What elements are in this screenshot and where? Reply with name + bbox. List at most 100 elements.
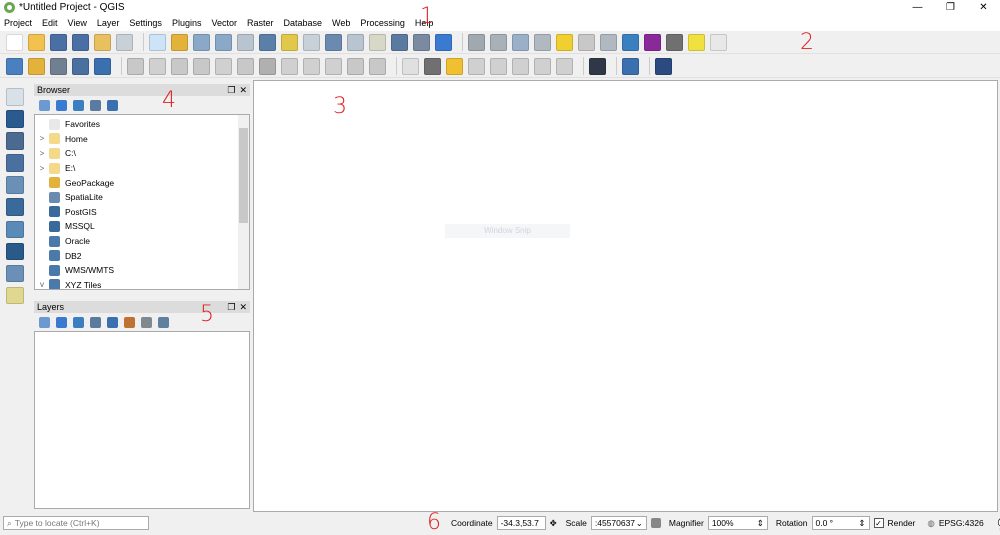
crs-button[interactable]: EPSG:4326 xyxy=(939,518,984,528)
collapse-all-icon[interactable] xyxy=(141,316,152,328)
browser-item[interactable]: Oracle xyxy=(35,234,249,249)
browser-scrollbar[interactable] xyxy=(238,115,249,289)
map-tips-icon[interactable] xyxy=(688,33,705,51)
help-icon[interactable] xyxy=(655,57,672,75)
menu-web[interactable]: Web xyxy=(332,18,350,28)
label-toolbar-icon[interactable] xyxy=(402,57,419,75)
expand-arrow-icon[interactable]: > xyxy=(35,164,49,173)
browser-item[interactable]: Favorites xyxy=(35,117,249,132)
add-group-icon[interactable] xyxy=(56,316,67,328)
refresh-icon[interactable] xyxy=(435,33,452,51)
browser-item[interactable]: WMS/WMTS xyxy=(35,263,249,278)
cut-features-icon[interactable] xyxy=(281,57,298,75)
magnifier-spinbox[interactable]: 100% ⇕ xyxy=(707,516,768,530)
browser-item[interactable]: > Home xyxy=(35,132,249,147)
float-panel-button[interactable]: ❐ xyxy=(227,302,235,313)
menu-vector[interactable]: Vector xyxy=(211,18,237,28)
copy-features-icon[interactable] xyxy=(303,57,320,75)
modify-attributes-icon[interactable] xyxy=(237,57,254,75)
expand-arrow-icon[interactable]: v xyxy=(35,280,49,289)
zoom-last-icon[interactable] xyxy=(325,33,342,51)
visibility-icon[interactable] xyxy=(73,316,84,328)
browser-item[interactable]: v XYZ Tiles xyxy=(35,278,249,289)
filter-legend-icon[interactable] xyxy=(90,316,101,328)
rotate-label-icon[interactable] xyxy=(534,57,551,75)
zoom-native-icon[interactable] xyxy=(237,33,254,51)
close-panel-button[interactable]: ✕ xyxy=(239,302,247,313)
zoom-in-icon[interactable] xyxy=(193,33,210,51)
save-as-icon[interactable] xyxy=(72,33,89,51)
add-feature-icon[interactable] xyxy=(193,57,210,75)
filter-expression-icon[interactable] xyxy=(107,316,118,328)
minimize-button[interactable]: — xyxy=(901,0,934,15)
info-icon[interactable] xyxy=(107,99,118,111)
zoom-out-icon[interactable] xyxy=(215,33,232,51)
browser-item[interactable]: PostGIS xyxy=(35,205,249,220)
menu-database[interactable]: Database xyxy=(284,18,323,28)
refresh-icon[interactable] xyxy=(56,99,67,111)
toggle-editing-icon[interactable] xyxy=(149,57,166,75)
add-selected-layers-icon[interactable] xyxy=(39,99,50,111)
new-bookmark-icon[interactable] xyxy=(391,33,408,51)
browser-item[interactable]: MSSQL xyxy=(35,219,249,234)
statistics-icon[interactable] xyxy=(644,33,661,51)
restore-button[interactable]: ❐ xyxy=(934,0,967,15)
deselect-all-icon[interactable] xyxy=(556,33,573,51)
open-project-icon[interactable] xyxy=(28,33,45,51)
plugin-icon[interactable] xyxy=(589,57,606,75)
filter-icon[interactable] xyxy=(73,99,84,111)
undo-icon[interactable] xyxy=(347,57,364,75)
add-postgis-icon[interactable] xyxy=(6,198,24,217)
select-features-icon[interactable] xyxy=(512,33,529,51)
browser-item[interactable]: GeoPackage xyxy=(35,175,249,190)
identify-icon[interactable] xyxy=(468,33,485,51)
expand-arrow-icon[interactable]: > xyxy=(35,134,49,143)
render-checkbox[interactable]: ✓ xyxy=(873,518,884,528)
rotation-spinbox[interactable]: 0.0 ° ⇕ xyxy=(811,516,870,530)
highlight-labels-icon[interactable] xyxy=(468,57,485,75)
run-action-icon[interactable] xyxy=(490,33,507,51)
add-wcs-icon[interactable] xyxy=(6,264,24,283)
add-wms-icon[interactable] xyxy=(6,220,24,239)
add-vector-layer-icon[interactable] xyxy=(6,88,24,106)
close-panel-button[interactable]: ✕ xyxy=(239,85,247,96)
deselect-icon[interactable] xyxy=(534,33,551,51)
show-bookmarks-icon[interactable] xyxy=(413,33,430,51)
new-spatialite-icon[interactable] xyxy=(72,57,89,75)
scale-combobox[interactable]: :45570637 ⌄ xyxy=(590,516,647,530)
add-wfs-icon[interactable] xyxy=(6,242,24,261)
change-label-icon[interactable] xyxy=(556,57,573,75)
new-geopackage-icon[interactable] xyxy=(28,57,45,75)
pan-icon[interactable] xyxy=(149,33,166,51)
save-edits-icon[interactable] xyxy=(171,57,188,75)
expand-arrow-icon[interactable]: > xyxy=(35,149,49,158)
delete-selected-icon[interactable] xyxy=(259,57,276,75)
current-edits-icon[interactable] xyxy=(127,57,144,75)
browser-item[interactable]: > C:\ xyxy=(35,146,249,161)
new-temp-layer-icon[interactable] xyxy=(94,57,111,75)
float-panel-button[interactable]: ❐ xyxy=(227,85,235,96)
zoom-next-icon[interactable] xyxy=(347,33,364,51)
redo-icon[interactable] xyxy=(369,57,386,75)
layers-tree[interactable] xyxy=(34,331,250,509)
locate-input[interactable]: ⌕ Type to locate (Ctrl+K) xyxy=(3,516,149,530)
toolbox-icon[interactable] xyxy=(622,33,639,51)
add-spatialite-icon[interactable] xyxy=(6,154,24,172)
zoom-selection-icon[interactable] xyxy=(281,33,298,51)
zoom-layer-icon[interactable] xyxy=(303,33,320,51)
add-raster-layer-icon[interactable] xyxy=(6,110,24,128)
layout-manager-icon[interactable] xyxy=(116,33,133,51)
menu-layer[interactable]: Layer xyxy=(97,18,120,28)
attribute-table-icon[interactable] xyxy=(578,33,595,51)
menu-raster[interactable]: Raster xyxy=(247,18,274,28)
paste-features-icon[interactable] xyxy=(325,57,342,75)
menu-plugins[interactable]: Plugins xyxy=(172,18,202,28)
collapse-all-icon[interactable] xyxy=(90,99,101,111)
new-project-icon[interactable] xyxy=(6,33,23,51)
browser-item[interactable]: DB2 xyxy=(35,248,249,263)
field-calculator-icon[interactable] xyxy=(600,33,617,51)
measure-icon[interactable] xyxy=(666,33,683,51)
close-button[interactable]: ✕ xyxy=(967,0,1000,15)
expand-all-icon[interactable] xyxy=(124,316,135,328)
diagram-icon[interactable] xyxy=(424,57,441,75)
